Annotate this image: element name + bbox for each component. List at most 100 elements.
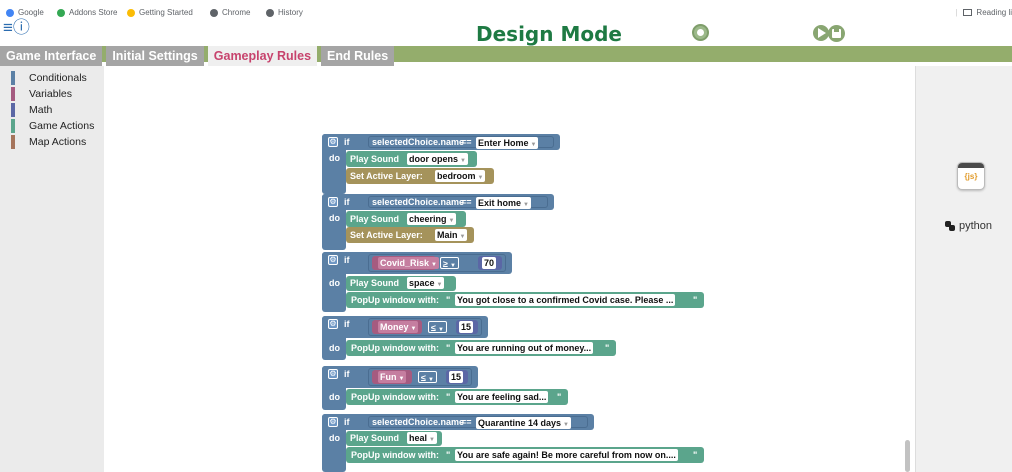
field-value: Money (380, 322, 409, 332)
popup-label: PopUp window with: (351, 343, 439, 353)
if-keyword: if (344, 197, 350, 207)
bookmark-chrome[interactable]: Chrome (210, 8, 250, 18)
close-quote: " (557, 392, 562, 402)
op-label: == (461, 137, 472, 147)
dropdown-arrow-icon: ▼ (563, 422, 569, 428)
record-icon (697, 29, 704, 36)
reading-list-label: Reading li (976, 8, 1012, 17)
bookmark-google[interactable]: Google (6, 8, 44, 18)
python-export-button[interactable]: python (944, 220, 992, 232)
dropdown-arrow-icon: ▼ (448, 218, 455, 224)
dropdown-arrow-icon: ▼ (449, 263, 456, 269)
popup-label: PopUp window with: (351, 392, 439, 402)
separator: | (955, 8, 958, 17)
do-keyword: do (329, 153, 340, 163)
play-button[interactable] (813, 25, 829, 41)
field-value: Covid_Risk (380, 258, 430, 268)
popup-text-field[interactable]: You are feeling sad... (455, 391, 549, 403)
bookmark-getting-started[interactable]: Getting Started (127, 8, 193, 18)
field-value: bedroom (437, 171, 476, 181)
sound-field[interactable]: door opens ▼ (407, 153, 468, 165)
category-label: Math (29, 104, 53, 116)
layer-field[interactable]: bedroom ▼ (435, 170, 486, 182)
category-swatch (11, 71, 15, 85)
tab-bar: Game Interface Initial Settings Gameplay… (0, 46, 398, 66)
number-field[interactable]: 70 (482, 257, 497, 269)
var-label: selectedChoice.name (372, 417, 465, 427)
sound-field[interactable]: cheering ▼ (407, 213, 457, 225)
gear-icon[interactable]: ⚙ (328, 417, 338, 427)
number-field[interactable]: 15 (459, 321, 474, 333)
addons-icon (57, 9, 65, 17)
category-game-actions[interactable]: Game Actions (11, 119, 94, 133)
tab-gameplay-rules[interactable]: Gameplay Rules (207, 46, 318, 66)
do-keyword: do (329, 392, 340, 402)
operator-field[interactable]: ≤ ▼ (418, 371, 437, 383)
field-value: Quarantine 14 days (478, 418, 562, 428)
popup-text-field[interactable]: You are safe again! Be more careful from… (455, 449, 678, 461)
close-quote: " (693, 295, 698, 305)
workspace-scrollbar[interactable] (905, 440, 910, 472)
sound-field[interactable]: heal ▼ (407, 432, 437, 444)
gear-icon[interactable]: ⚙ (328, 255, 338, 265)
category-map-actions[interactable]: Map Actions (11, 135, 86, 149)
category-label: Game Actions (29, 120, 95, 132)
op-label: == (461, 417, 472, 427)
gear-icon[interactable]: ⚙ (328, 369, 338, 379)
bookmark-label: Chrome (222, 8, 251, 17)
tab-game-interface[interactable]: Game Interface (0, 46, 103, 66)
dropdown-arrow-icon: ▼ (437, 327, 444, 333)
field-value: ≤ (421, 373, 426, 383)
variable-field[interactable]: Money ▼ (378, 321, 419, 333)
do-keyword: do (329, 278, 340, 288)
number-field[interactable]: 15 (449, 371, 464, 383)
reading-list[interactable]: | Reading li (955, 8, 1012, 17)
bookmark-addons-store[interactable]: Addons Store (57, 8, 117, 18)
field-value: ≤ (431, 323, 436, 333)
variable-field[interactable]: Fun ▼ (378, 371, 407, 383)
category-math[interactable]: Math (11, 103, 52, 117)
category-swatch (11, 135, 15, 149)
gear-icon[interactable]: ⚙ (328, 197, 338, 207)
category-variables[interactable]: Variables (11, 87, 72, 101)
bookmark-label: Getting Started (139, 8, 193, 17)
code-export-panel (916, 66, 1012, 472)
tab-initial-settings[interactable]: Initial Settings (106, 46, 204, 66)
tab-end-rules[interactable]: End Rules (321, 46, 395, 66)
operator-field[interactable]: ≤ ▼ (428, 321, 447, 333)
play-sound-label: Play Sound (350, 433, 400, 443)
bookmark-history[interactable]: History (266, 8, 303, 18)
save-button[interactable] (828, 25, 845, 42)
history-icon (266, 9, 274, 17)
layer-field[interactable]: Main ▼ (435, 229, 468, 241)
choice-value-field[interactable]: Enter Home ▼ (476, 137, 539, 149)
dropdown-arrow-icon: ▼ (459, 234, 466, 240)
do-keyword: do (329, 343, 340, 353)
popup-text-field[interactable]: You got close to a confirmed Covid case.… (455, 294, 676, 306)
record-button[interactable] (692, 24, 709, 41)
do-keyword: do (329, 213, 340, 223)
bookmarks-bar: Google Addons Store Getting Started Chro… (0, 0, 1012, 22)
menu-icon[interactable]: ≡ⓘ (3, 19, 30, 36)
python-icon (945, 221, 955, 231)
field-value: cheering (409, 214, 447, 224)
category-conditionals[interactable]: Conditionals (11, 71, 87, 85)
field-value: Exit home (478, 198, 522, 208)
bookmark-label: Addons Store (69, 8, 118, 17)
chrome-icon (210, 9, 218, 17)
choice-value-field[interactable]: Exit home ▼ (476, 197, 531, 209)
dropdown-arrow-icon: ▼ (429, 437, 435, 443)
field-value: door opens (409, 154, 458, 164)
gear-icon[interactable]: ⚙ (328, 137, 338, 147)
sound-field[interactable]: space ▼ (407, 277, 445, 289)
page-title: Design Mode (476, 22, 622, 46)
operator-field[interactable]: ≥ ▼ (440, 257, 459, 269)
bookmark-label: History (278, 8, 303, 17)
popup-text-field[interactable]: You are running out of money... (455, 342, 594, 354)
choice-value-field[interactable]: Quarantine 14 days ▼ (476, 417, 571, 429)
set-layer-label: Set Active Layer: (350, 171, 423, 181)
gear-icon[interactable]: ⚙ (328, 319, 338, 329)
dropdown-arrow-icon: ▼ (431, 262, 437, 268)
javascript-export-button[interactable]: {js} (957, 162, 985, 190)
variable-field[interactable]: Covid_Risk ▼ (378, 257, 439, 269)
